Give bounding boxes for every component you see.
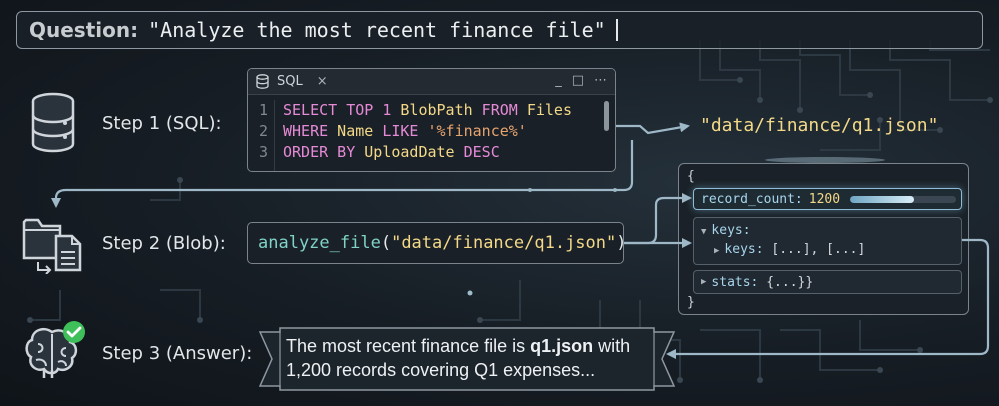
keys-label: keys: bbox=[711, 223, 751, 238]
collapsed-triangle-icon[interactable]: ▶ bbox=[701, 277, 706, 287]
text-caret bbox=[615, 19, 618, 41]
keys-node[interactable]: ▼ keys: ▶ keys: [...], [...] bbox=[693, 217, 962, 265]
question-text: "Analyze the most recent finance file" bbox=[148, 18, 606, 42]
sql-tab-bar: SQL × _ □ ⋯ bbox=[248, 69, 615, 95]
maximize-icon[interactable]: □ bbox=[572, 73, 584, 88]
answer-filename: q1.json bbox=[530, 336, 594, 356]
sql-body[interactable]: 1 2 3 SELECT TOP 1 BlobPath FROM Files W… bbox=[248, 95, 615, 171]
json-close-brace: } bbox=[687, 295, 695, 310]
sql-keyword: SELECT TOP bbox=[283, 101, 374, 119]
step-1-label: Step 1 (SQL): bbox=[102, 113, 222, 134]
sql-number: 1 bbox=[373, 101, 401, 119]
answer-prefix: The most recent finance file is bbox=[286, 336, 531, 356]
record-count-row[interactable]: record_count: 1200 bbox=[693, 188, 962, 210]
answer-text: The most recent finance file is q1.json … bbox=[286, 334, 646, 382]
step-3-label: Step 3 (Answer): bbox=[102, 343, 253, 364]
question-bar[interactable]: Question: "Analyze the most recent finan… bbox=[16, 11, 983, 49]
keys-node-header[interactable]: ▼ keys: bbox=[701, 223, 751, 238]
more-icon[interactable]: ⋯ bbox=[594, 73, 607, 88]
sql-tab-title[interactable]: SQL bbox=[277, 74, 303, 89]
minimize-icon[interactable]: _ bbox=[555, 73, 562, 88]
sql-keyword: DESC bbox=[463, 143, 500, 161]
record-count-bar bbox=[850, 195, 957, 203]
line-number-gutter: 1 2 3 bbox=[248, 100, 274, 171]
database-icon bbox=[31, 92, 75, 153]
sql-keyword: FROM bbox=[472, 101, 527, 119]
expanded-triangle-icon[interactable]: ▼ bbox=[701, 227, 706, 237]
collapsed-triangle-icon[interactable]: ▶ bbox=[714, 246, 719, 256]
scrollbar[interactable] bbox=[604, 101, 609, 131]
open-paren: ( bbox=[380, 233, 392, 253]
line-number: 1 bbox=[258, 101, 268, 119]
close-paren: ) bbox=[616, 233, 627, 253]
stats-node[interactable]: ▶ stats: {...}} bbox=[693, 270, 962, 294]
question-label: Question: bbox=[29, 18, 139, 42]
sql-string: '%finance%' bbox=[418, 122, 527, 140]
json-result-panel[interactable]: { record_count: 1200 ▼ keys: ▶ keys: [...]… bbox=[678, 163, 969, 315]
sql-line-2: WHERE Name LIKE '%finance%' bbox=[283, 121, 572, 142]
sql-line-3: ORDER BY UploadDate DESC bbox=[283, 142, 572, 163]
keys-child[interactable]: ▶ keys: [...], [...] bbox=[714, 242, 865, 257]
keys-inner-value: [...], [...] bbox=[771, 242, 866, 257]
close-icon[interactable]: × bbox=[317, 74, 328, 89]
answer-banner: The most recent finance file is q1.json … bbox=[258, 326, 678, 392]
keys-inner-label: keys: bbox=[724, 242, 764, 257]
line-number: 3 bbox=[258, 143, 268, 161]
stats-label: stats: bbox=[711, 274, 759, 290]
record-count-key: record_count: bbox=[701, 191, 803, 207]
function-name: analyze_file bbox=[258, 233, 381, 253]
sql-keyword: LIKE bbox=[382, 122, 419, 140]
folder-file-icon bbox=[22, 218, 82, 274]
step-2-label: Step 2 (Blob): bbox=[102, 233, 226, 254]
sql-identifier: Name bbox=[328, 122, 383, 140]
line-number: 2 bbox=[258, 122, 268, 140]
stats-value: {...}} bbox=[766, 274, 814, 290]
record-count-value: 1200 bbox=[808, 191, 841, 207]
sql-line-1: SELECT TOP 1 BlobPath FROM Files bbox=[283, 100, 572, 121]
window-controls: _ □ ⋯ bbox=[555, 73, 607, 88]
database-tab-icon bbox=[256, 74, 269, 89]
record-count-bar-fill bbox=[850, 195, 914, 203]
sql-keyword: WHERE bbox=[283, 122, 329, 140]
sql-identifier: BlobPath bbox=[400, 101, 473, 119]
sql-identifier: UploadDate bbox=[355, 143, 464, 161]
sql-identifier: Files bbox=[526, 101, 572, 119]
function-argument: "data/finance/q1.json" bbox=[391, 233, 617, 253]
sql-code[interactable]: SELECT TOP 1 BlobPath FROM Files WHERE N… bbox=[274, 100, 572, 171]
sql-editor[interactable]: SQL × _ □ ⋯ 1 2 3 SELECT TOP 1 BlobPath … bbox=[247, 68, 616, 172]
sql-result-path: "data/finance/q1.json" bbox=[700, 115, 939, 136]
analyze-file-call[interactable]: analyze_file("data/finance/q1.json") bbox=[247, 222, 627, 264]
sql-keyword: ORDER BY bbox=[283, 143, 356, 161]
json-open-brace: { bbox=[687, 169, 695, 184]
brain-check-icon bbox=[25, 321, 85, 378]
